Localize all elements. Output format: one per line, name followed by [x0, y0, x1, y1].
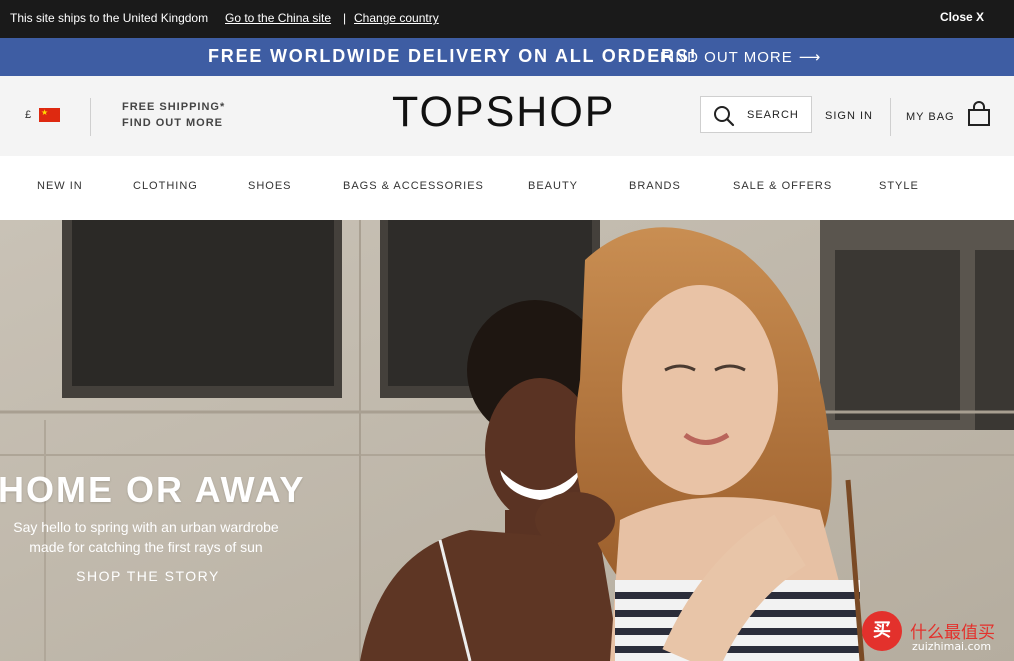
- nav-item-new-in[interactable]: NEW IN: [37, 180, 83, 192]
- watermark-url: zuizhimai.com: [912, 640, 992, 653]
- search-icon: [714, 106, 735, 127]
- topshop-logo[interactable]: TOPSHOP: [392, 88, 615, 137]
- search-button[interactable]: SEARCH: [700, 96, 812, 133]
- ships-to-text: This site ships to the United Kingdom: [10, 11, 209, 25]
- find-out-more-link[interactable]: FIND OUT MORE ⟶: [660, 48, 821, 66]
- nav-item-sale-offers[interactable]: SALE & OFFERS: [733, 180, 832, 192]
- hero-subtitle-line1: Say hello to spring with an urban wardro…: [13, 519, 279, 535]
- my-bag-link[interactable]: MY BAG: [906, 111, 955, 123]
- nav-item-beauty[interactable]: BEAUTY: [528, 180, 578, 192]
- free-shipping-find-out-more: FIND OUT MORE: [122, 117, 223, 129]
- change-country-link[interactable]: Change country: [354, 11, 439, 25]
- nav-item-shoes[interactable]: SHOES: [248, 180, 292, 192]
- search-label: SEARCH: [747, 109, 799, 121]
- nav-item-style[interactable]: STYLE: [879, 180, 919, 192]
- header-divider: [890, 98, 891, 136]
- hero-image: [0, 220, 1014, 661]
- sign-in-link[interactable]: SIGN IN: [825, 110, 873, 122]
- free-delivery-banner: FREE WORLDWIDE DELIVERY ON ALL ORDERS! F…: [0, 38, 1014, 76]
- currency-selector[interactable]: £: [25, 109, 31, 121]
- hero-subtitle-line2: made for catching the first rays of sun: [29, 539, 263, 555]
- free-delivery-text: FREE WORLDWIDE DELIVERY ON ALL ORDERS!: [208, 46, 698, 66]
- china-flag-icon[interactable]: ★: [39, 108, 60, 122]
- hero-title: HOME OR AWAY: [0, 469, 306, 510]
- site-header: £ ★ FREE SHIPPING* FIND OUT MORE TOPSHOP…: [0, 76, 1014, 156]
- bag-icon[interactable]: [966, 101, 992, 127]
- arrow-right-icon: ⟶: [798, 49, 822, 66]
- notice-separator: |: [343, 11, 347, 25]
- nav-item-clothing[interactable]: CLOTHING: [133, 180, 198, 192]
- free-shipping-promo[interactable]: FREE SHIPPING* FIND OUT MORE: [122, 99, 225, 131]
- watermark-badge: 买: [862, 611, 902, 651]
- main-navigation: NEW IN CLOTHING SHOES BAGS & ACCESSORIES…: [0, 156, 1014, 220]
- nav-item-bags-accessories[interactable]: BAGS & ACCESSORIES: [343, 180, 484, 192]
- header-divider: [90, 98, 91, 136]
- hero-banner[interactable]: HOME OR AWAY Say hello to spring with an…: [0, 220, 1014, 661]
- close-notice-button[interactable]: Close X: [940, 10, 984, 24]
- find-out-more-label: FIND OUT MORE: [660, 49, 793, 66]
- china-site-link[interactable]: Go to the China site: [225, 11, 331, 25]
- ships-to-notice-bar: This site ships to the United Kingdom Go…: [0, 0, 1014, 38]
- free-shipping-label: FREE SHIPPING*: [122, 101, 226, 113]
- nav-item-brands[interactable]: BRANDS: [629, 180, 681, 192]
- shop-the-story-link[interactable]: SHOP THE STORY: [0, 568, 296, 584]
